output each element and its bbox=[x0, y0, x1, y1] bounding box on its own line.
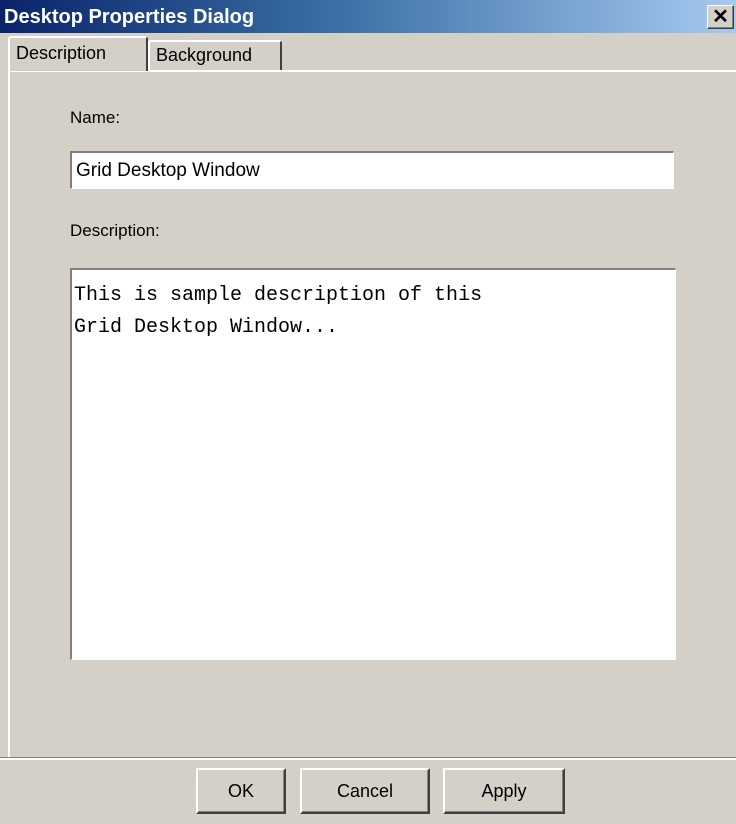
ok-button[interactable]: OK bbox=[196, 768, 286, 814]
apply-button[interactable]: Apply bbox=[443, 768, 565, 814]
tab-description[interactable]: Description bbox=[8, 36, 148, 71]
window-title: Desktop Properties Dialog bbox=[4, 6, 255, 28]
desktop-properties-dialog: Desktop Properties Dialog ✕ Description … bbox=[0, 0, 736, 824]
tab-background-label: Background bbox=[156, 45, 253, 65]
description-label: Description: bbox=[70, 221, 160, 240]
tab-background[interactable]: Background bbox=[148, 40, 282, 70]
title-bar[interactable]: Desktop Properties Dialog ✕ bbox=[0, 0, 736, 33]
button-bar-separator bbox=[0, 757, 736, 760]
name-label: Name: bbox=[70, 108, 121, 127]
close-icon: ✕ bbox=[712, 6, 729, 28]
name-field[interactable] bbox=[70, 151, 674, 189]
tab-description-label: Description bbox=[16, 43, 107, 63]
cancel-button[interactable]: Cancel bbox=[300, 768, 430, 814]
close-button[interactable]: ✕ bbox=[707, 5, 734, 29]
description-field[interactable]: This is sample description of this Grid … bbox=[70, 268, 676, 660]
